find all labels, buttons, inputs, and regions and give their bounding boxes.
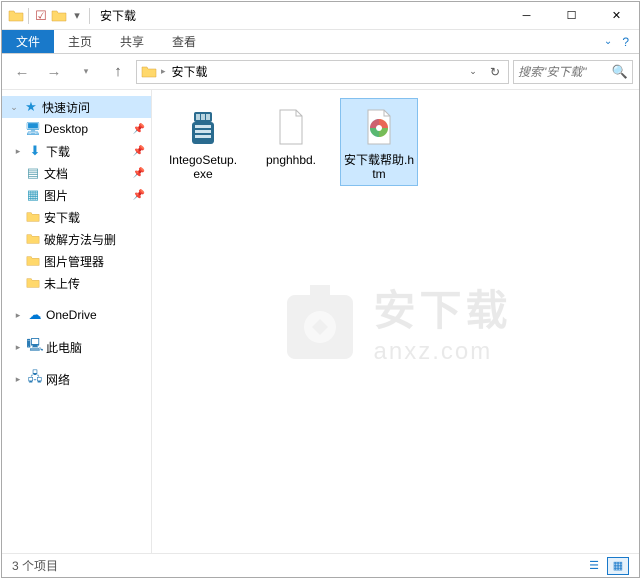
file-item[interactable]: 安下载帮助.htm xyxy=(340,98,418,186)
sidebar-item-folder[interactable]: 破解方法与删 xyxy=(2,228,151,250)
folder-icon xyxy=(24,231,42,247)
sidebar-item-folder[interactable]: 未上传 xyxy=(2,272,151,294)
chevron-right-icon[interactable]: ▸ xyxy=(12,342,24,353)
breadcrumb-separator[interactable]: ▸ xyxy=(159,66,168,77)
sidebar-item-pictures[interactable]: ▦ 图片 📌 xyxy=(2,184,151,206)
downloads-icon: ⬇ xyxy=(26,143,44,159)
network-icon: 🖧 xyxy=(26,371,44,387)
pin-icon: 📌 xyxy=(133,168,145,179)
search-icon[interactable]: 🔍 xyxy=(612,64,628,80)
onedrive-icon: ☁ xyxy=(26,307,44,323)
sidebar-item-desktop[interactable]: 🖥 Desktop 📌 xyxy=(2,118,151,140)
pin-icon: 📌 xyxy=(133,146,145,157)
documents-icon: ▤ xyxy=(24,165,42,181)
watermark: 安下载 anxz.com xyxy=(279,277,511,367)
address-folder-icon xyxy=(139,64,159,80)
sidebar-item-downloads[interactable]: ▸ ⬇ 下载 📌 xyxy=(2,140,151,162)
ribbon: 文件 主页 共享 查看 ⌄ ? xyxy=(2,30,639,54)
tab-view[interactable]: 查看 xyxy=(158,30,210,53)
view-details-button[interactable]: ☰ xyxy=(583,557,605,575)
star-icon: ★ xyxy=(22,99,40,115)
sidebar-network[interactable]: ▸ 🖧 网络 xyxy=(2,368,151,390)
searchbox[interactable]: 🔍 xyxy=(513,60,633,84)
chevron-down-icon[interactable]: ⌄ xyxy=(8,102,20,113)
folder-icon xyxy=(24,209,42,225)
file-item[interactable]: IntegoSetup.exe xyxy=(164,98,242,186)
up-button[interactable]: ↑ xyxy=(104,59,132,85)
forward-button[interactable]: → xyxy=(40,59,68,85)
search-input[interactable] xyxy=(518,65,603,79)
ribbon-expand-button[interactable]: ⌄ ? xyxy=(594,30,639,53)
chevron-right-icon[interactable]: ▸ xyxy=(12,310,24,321)
exe-icon xyxy=(179,103,227,151)
help-icon[interactable]: ? xyxy=(622,35,629,49)
sidebar-thispc[interactable]: ▸ 🖳 此电脑 xyxy=(2,336,151,358)
breadcrumb-item[interactable]: 安下载 xyxy=(168,63,212,80)
chevron-right-icon[interactable]: ▸ xyxy=(12,146,24,157)
pin-icon: 📌 xyxy=(133,190,145,201)
addressbar[interactable]: ▸ 安下载 ⌄ ↻ xyxy=(136,60,509,84)
qat-folder-icon[interactable] xyxy=(51,8,67,24)
sidebar: ⌄ ★ 快速访问 🖥 Desktop 📌 ▸ ⬇ 下载 📌 ▤ 文档 📌 xyxy=(2,90,152,553)
tab-home[interactable]: 主页 xyxy=(54,30,106,53)
chevron-right-icon[interactable]: ▸ xyxy=(12,374,24,385)
minimize-button[interactable]: ─ xyxy=(504,2,549,30)
blank-file-icon xyxy=(267,103,315,151)
file-label: 安下载帮助.htm xyxy=(343,153,415,181)
recent-dropdown[interactable]: ▾ xyxy=(72,59,100,85)
sidebar-onedrive[interactable]: ▸ ☁ OneDrive xyxy=(2,304,151,326)
file-label: IntegoSetup.exe xyxy=(167,153,239,181)
refresh-button[interactable]: ↻ xyxy=(484,61,506,83)
sidebar-item-documents[interactable]: ▤ 文档 📌 xyxy=(2,162,151,184)
back-button[interactable]: ← xyxy=(8,59,36,85)
close-button[interactable]: ✕ xyxy=(594,2,639,30)
tab-share[interactable]: 共享 xyxy=(106,30,158,53)
sidebar-item-folder[interactable]: 图片管理器 xyxy=(2,250,151,272)
status-count: 3 个项目 xyxy=(12,557,58,574)
content-area[interactable]: IntegoSetup.exe pnghhbd. 安下载帮助.htm xyxy=(152,90,639,553)
file-item[interactable]: pnghhbd. xyxy=(252,98,330,186)
qat-dropdown-icon[interactable]: ▾ xyxy=(69,8,85,24)
titlebar: ☑ ▾ 安下载 ─ ☐ ✕ xyxy=(2,2,639,30)
sidebar-item-folder[interactable]: 安下载 xyxy=(2,206,151,228)
statusbar: 3 个项目 ☰ ▦ xyxy=(2,553,639,577)
htm-icon xyxy=(355,103,403,151)
folder-icon xyxy=(24,253,42,269)
app-icon xyxy=(8,8,24,24)
navbar: ← → ▾ ↑ ▸ 安下载 ⌄ ↻ 🔍 xyxy=(2,54,639,90)
qat-properties-icon[interactable]: ☑ xyxy=(33,8,49,24)
pin-icon: 📌 xyxy=(133,124,145,135)
file-label: pnghhbd. xyxy=(266,153,316,167)
tab-file[interactable]: 文件 xyxy=(2,30,54,53)
chevron-down-icon: ⌄ xyxy=(604,36,612,47)
folder-icon xyxy=(24,275,42,291)
maximize-button[interactable]: ☐ xyxy=(549,2,594,30)
pc-icon: 🖳 xyxy=(26,339,44,355)
address-dropdown-button[interactable]: ⌄ xyxy=(462,61,484,83)
desktop-icon: 🖥 xyxy=(24,121,42,137)
view-icons-button[interactable]: ▦ xyxy=(607,557,629,575)
window-title: 安下载 xyxy=(100,7,136,24)
pictures-icon: ▦ xyxy=(24,187,42,203)
sidebar-quickaccess[interactable]: ⌄ ★ 快速访问 xyxy=(2,96,151,118)
